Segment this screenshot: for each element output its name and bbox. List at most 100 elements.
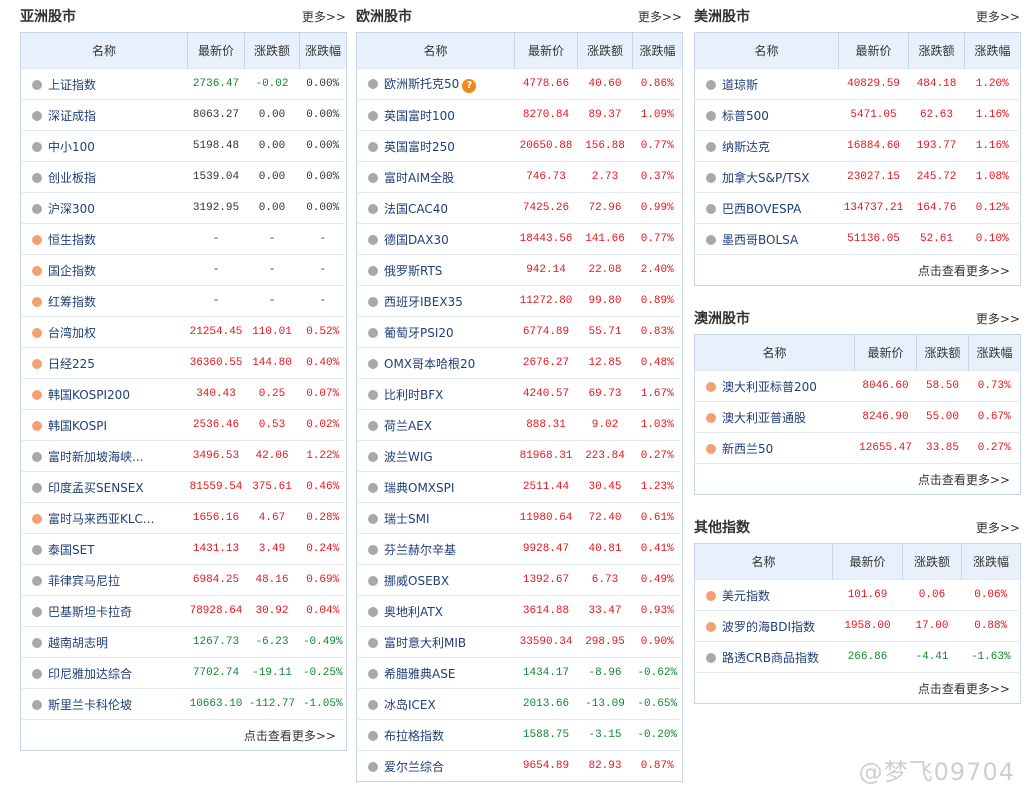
- index-name-cell[interactable]: 挪威OSEBX: [356, 564, 515, 596]
- index-name-cell[interactable]: 中小100: [20, 130, 188, 162]
- index-name-cell[interactable]: 印尼雅加达综合: [20, 657, 188, 689]
- table-row[interactable]: 上证指数 2736.47 -0.02 0.00%: [20, 68, 347, 100]
- index-name-cell[interactable]: 泰国SET: [20, 533, 188, 565]
- index-name-cell[interactable]: 英国富时100: [356, 99, 515, 131]
- table-row[interactable]: 韩国KOSPI200 340.43 0.25 0.07%: [20, 378, 347, 410]
- index-name-link[interactable]: 英国富时100: [384, 109, 455, 123]
- table-row[interactable]: 西班牙IBEX35 11272.80 99.80 0.89%: [356, 285, 683, 317]
- index-name-cell[interactable]: 富时AIM全股: [356, 161, 515, 193]
- index-name-cell[interactable]: 创业板指: [20, 161, 188, 193]
- table-row[interactable]: 菲律宾马尼拉 6984.25 48.16 0.69%: [20, 564, 347, 596]
- table-row[interactable]: 葡萄牙PSI20 6774.89 55.71 0.83%: [356, 316, 683, 348]
- table-row[interactable]: OMX哥本哈根20 2676.27 12.85 0.48%: [356, 347, 683, 379]
- index-name-link[interactable]: 日经225: [48, 357, 95, 371]
- table-row[interactable]: 沪深300 3192.95 0.00 0.00%: [20, 192, 347, 224]
- index-name-link[interactable]: 挪威OSEBX: [384, 574, 449, 588]
- index-name-link[interactable]: 恒生指数: [48, 233, 96, 247]
- table-row[interactable]: 富时新加坡海峡... 3496.53 42.06 1.22%: [20, 440, 347, 472]
- table-row[interactable]: 澳大利亚标普200 8046.60 58.50 0.73%: [694, 370, 1021, 402]
- index-name-cell[interactable]: 日经225: [20, 347, 188, 379]
- table-row[interactable]: 斯里兰卡科伦坡 10663.10 -112.77 -1.05%: [20, 688, 347, 720]
- australia-more-link[interactable]: 更多>>: [976, 310, 1020, 327]
- view-more-link[interactable]: 点击查看更多>>: [694, 672, 1021, 704]
- table-row[interactable]: 加拿大S&P/TSX 23027.15 245.72 1.08%: [694, 161, 1021, 193]
- table-row[interactable]: 美元指数 101.69 0.06 0.06%: [694, 579, 1021, 611]
- table-row[interactable]: 英国富时250 20650.88 156.88 0.77%: [356, 130, 683, 162]
- index-name-link[interactable]: 希腊雅典ASE: [384, 667, 455, 681]
- index-name-link[interactable]: 台湾加权: [48, 326, 96, 340]
- table-row[interactable]: 标普500 5471.05 62.63 1.16%: [694, 99, 1021, 131]
- index-name-cell[interactable]: 爱尔兰综合: [356, 750, 515, 782]
- index-name-link[interactable]: 标普500: [722, 109, 769, 123]
- index-name-link[interactable]: 芬兰赫尔辛基: [384, 543, 456, 557]
- index-name-cell[interactable]: 国企指数: [20, 254, 188, 286]
- index-name-link[interactable]: 葡萄牙PSI20: [384, 326, 454, 340]
- table-row[interactable]: 布拉格指数 1588.75 -3.15 -0.20%: [356, 719, 683, 751]
- index-name-cell[interactable]: 奥地利ATX: [356, 595, 515, 627]
- index-name-cell[interactable]: 墨西哥BOLSA: [694, 223, 839, 255]
- index-name-cell[interactable]: 富时意大利MIB: [356, 626, 515, 658]
- index-name-link[interactable]: 中小100: [48, 140, 95, 154]
- index-name-link[interactable]: 比利时BFX: [384, 388, 443, 402]
- table-row[interactable]: 富时马来西亚KLC... 1656.16 4.67 0.28%: [20, 502, 347, 534]
- table-row[interactable]: 韩国KOSPI 2536.46 0.53 0.02%: [20, 409, 347, 441]
- table-row[interactable]: 瑞典OMXSPI 2511.44 30.45 1.23%: [356, 471, 683, 503]
- help-icon[interactable]: ?: [462, 79, 477, 93]
- index-name-cell[interactable]: 菲律宾马尼拉: [20, 564, 188, 596]
- index-name-link[interactable]: 爱尔兰综合: [384, 760, 444, 774]
- table-row[interactable]: 台湾加权 21254.45 110.01 0.52%: [20, 316, 347, 348]
- index-name-cell[interactable]: 富时新加坡海峡...: [20, 440, 188, 472]
- table-row[interactable]: 奥地利ATX 3614.88 33.47 0.93%: [356, 595, 683, 627]
- table-row[interactable]: 印度孟买SENSEX 81559.54 375.61 0.46%: [20, 471, 347, 503]
- index-name-link[interactable]: 美元指数: [722, 589, 770, 603]
- index-name-link[interactable]: 路透CRB商品指数: [722, 651, 819, 665]
- index-name-cell[interactable]: 澳大利亚普通股: [694, 401, 855, 433]
- table-row[interactable]: 挪威OSEBX 1392.67 6.73 0.49%: [356, 564, 683, 596]
- table-row[interactable]: 新西兰50 12655.47 33.85 0.27%: [694, 432, 1021, 464]
- index-name-link[interactable]: 斯里兰卡科伦坡: [48, 698, 132, 712]
- table-row[interactable]: 德国DAX30 18443.56 141.66 0.77%: [356, 223, 683, 255]
- index-name-cell[interactable]: 恒生指数: [20, 223, 188, 255]
- table-row[interactable]: 纳斯达克 16884.60 193.77 1.16%: [694, 130, 1021, 162]
- index-name-cell[interactable]: 韩国KOSPI: [20, 409, 188, 441]
- table-row[interactable]: 俄罗斯RTS 942.14 22.08 2.40%: [356, 254, 683, 286]
- table-row[interactable]: 墨西哥BOLSA 51136.05 52.61 0.10%: [694, 223, 1021, 255]
- index-name-link[interactable]: 法国CAC40: [384, 202, 448, 216]
- index-name-cell[interactable]: 新西兰50: [694, 432, 855, 464]
- index-name-link[interactable]: 纳斯达克: [722, 140, 770, 154]
- index-name-link[interactable]: 澳大利亚标普200: [722, 380, 817, 394]
- index-name-link[interactable]: 韩国KOSPI: [48, 419, 107, 433]
- index-name-link[interactable]: 澳大利亚普通股: [722, 411, 806, 425]
- table-row[interactable]: 荷兰AEX 888.31 9.02 1.03%: [356, 409, 683, 441]
- index-name-cell[interactable]: 美元指数: [694, 579, 833, 611]
- table-row[interactable]: 比利时BFX 4240.57 69.73 1.67%: [356, 378, 683, 410]
- index-name-cell[interactable]: 红筹指数: [20, 285, 188, 317]
- table-row[interactable]: 巴基斯坦卡拉奇 78928.64 30.92 0.04%: [20, 595, 347, 627]
- index-name-link[interactable]: 印尼雅加达综合: [48, 667, 132, 681]
- index-name-link[interactable]: 荷兰AEX: [384, 419, 432, 433]
- table-row[interactable]: 澳大利亚普通股 8246.90 55.00 0.67%: [694, 401, 1021, 433]
- index-name-cell[interactable]: 澳大利亚标普200: [694, 370, 855, 402]
- table-row[interactable]: 越南胡志明 1267.73 -6.23 -0.49%: [20, 626, 347, 658]
- table-row[interactable]: 路透CRB商品指数 266.86 -4.41 -1.63%: [694, 641, 1021, 673]
- index-name-cell[interactable]: 巴基斯坦卡拉奇: [20, 595, 188, 627]
- index-name-link[interactable]: 创业板指: [48, 171, 96, 185]
- table-row[interactable]: 波兰WIG 81968.31 223.84 0.27%: [356, 440, 683, 472]
- index-name-link[interactable]: 富时马来西亚KLC...: [48, 512, 154, 526]
- index-name-cell[interactable]: 布拉格指数: [356, 719, 515, 751]
- table-row[interactable]: 中小100 5198.48 0.00 0.00%: [20, 130, 347, 162]
- index-name-cell[interactable]: 欧洲斯托克50?: [356, 68, 515, 100]
- index-name-link[interactable]: 菲律宾马尼拉: [48, 574, 120, 588]
- index-name-cell[interactable]: 沪深300: [20, 192, 188, 224]
- index-name-link[interactable]: 上证指数: [48, 78, 96, 92]
- index-name-link[interactable]: 布拉格指数: [384, 729, 444, 743]
- table-row[interactable]: 国企指数 - - -: [20, 254, 347, 286]
- index-name-cell[interactable]: 标普500: [694, 99, 839, 131]
- table-row[interactable]: 印尼雅加达综合 7702.74 -19.11 -0.25%: [20, 657, 347, 689]
- europe-more-link[interactable]: 更多>>: [638, 8, 682, 25]
- index-name-link[interactable]: 英国富时250: [384, 140, 455, 154]
- index-name-link[interactable]: 德国DAX30: [384, 233, 449, 247]
- index-name-link[interactable]: 波兰WIG: [384, 450, 433, 464]
- index-name-cell[interactable]: 深证成指: [20, 99, 188, 131]
- index-name-link[interactable]: 加拿大S&P/TSX: [722, 171, 809, 185]
